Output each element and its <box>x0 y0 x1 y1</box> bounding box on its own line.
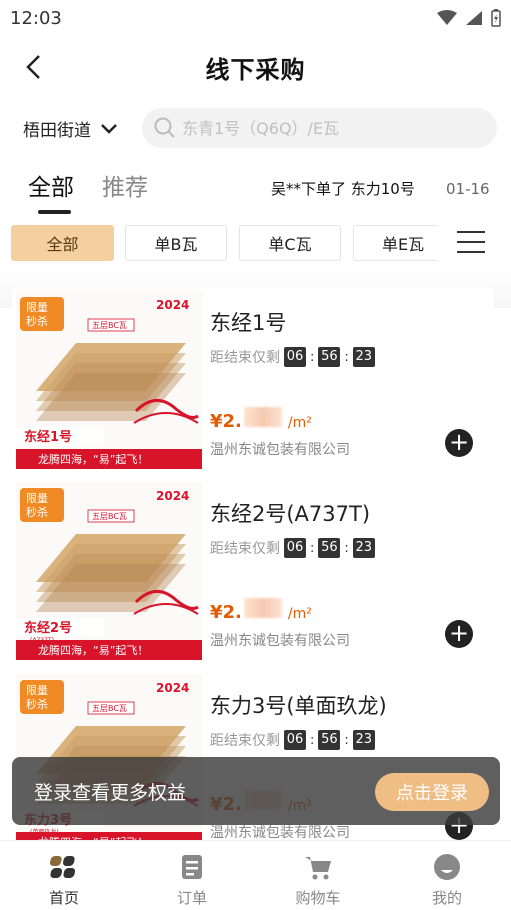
product-image: 限量 秒杀 2024 五层BC瓦 东经1号 龙腾四海，“易”起飞！ <box>16 291 202 469</box>
orders-icon <box>182 855 202 879</box>
countdown-hours: 06 <box>284 730 306 750</box>
tabbar-item-home[interactable]: 首页 <box>24 853 104 908</box>
filter-chips: 全部 单B瓦 单C瓦 单E瓦 <box>0 225 511 263</box>
product-price: ¥2. /m² <box>210 598 312 623</box>
login-button[interactable]: 点击登录 <box>375 773 489 811</box>
product-image: 限量 秒杀 2024 五层BC瓦 东经2号 (A737T) 龙腾四海，“易”起飞… <box>16 482 202 660</box>
countdown-minutes: 56 <box>318 730 341 750</box>
price-unit: /m² <box>287 606 312 622</box>
countdown: 距结束仅剩 06: 56: 23 <box>210 730 375 750</box>
product-name: 东经2号(A737T) <box>210 502 371 526</box>
product-card[interactable]: 限量 秒杀 2024 五层BC瓦 东经1号 龙腾四海，“易”起飞！ 东经1号 距… <box>12 287 494 473</box>
countdown-seconds: 23 <box>352 347 375 367</box>
countdown-minutes: 56 <box>318 347 341 367</box>
tabbar-item-orders[interactable]: 订单 <box>152 853 232 908</box>
tabbar-label-home: 首页 <box>48 889 79 907</box>
location-selector[interactable]: 梧田街道 <box>23 116 117 141</box>
chevron-left-icon <box>26 55 40 79</box>
svg-text:限量: 限量 <box>26 301 48 314</box>
profile-icon <box>434 854 460 880</box>
tab-active-indicator <box>38 210 71 214</box>
countdown-hours: 06 <box>284 347 306 367</box>
tabbar-item-cart[interactable]: 购物车 <box>278 853 358 908</box>
countdown-label: 距结束仅剩 <box>210 350 280 366</box>
countdown-hours: 06 <box>284 538 306 558</box>
page-title: 线下采购 <box>205 55 306 84</box>
bottom-tab-bar: 首页 订单 购物车 我的 <box>0 840 511 910</box>
tabbar-label-mine: 我的 <box>431 889 462 907</box>
search-box[interactable] <box>142 108 497 148</box>
page-header: 线下采购 <box>0 44 511 90</box>
tabbar-label-cart: 购物车 <box>295 889 341 907</box>
supplier-name: 温州东诚包装有限公司 <box>210 825 350 841</box>
svg-text:限量: 限量 <box>26 684 48 697</box>
svg-text:龙腾四海，“易”起飞！: 龙腾四海，“易”起飞！ <box>38 452 148 466</box>
filter-chip-c[interactable]: 单C瓦 <box>239 225 341 261</box>
order-ticker: 吴**下单了 东力10号 <box>271 180 415 198</box>
price-unit: /m² <box>287 415 312 431</box>
search-row: 梧田街道 <box>0 108 511 148</box>
svg-text:五层BC瓦: 五层BC瓦 <box>92 704 127 713</box>
price-prefix: ¥2. <box>210 411 242 432</box>
svg-text:2024: 2024 <box>156 489 189 503</box>
tab-recommend[interactable]: 推荐 <box>102 168 148 202</box>
cart-icon <box>305 857 331 880</box>
svg-text:秒杀: 秒杀 <box>26 505 48 519</box>
status-bar: 12:03 <box>0 0 511 36</box>
supplier-name: 温州东诚包装有限公司 <box>210 633 350 649</box>
chevron-down-icon <box>101 123 117 134</box>
login-prompt-bar: 登录查看更多权益 点击登录 <box>12 757 500 825</box>
product-price: ¥2. /m² <box>210 407 312 432</box>
svg-text:东经2号: 东经2号 <box>24 620 72 636</box>
filter-chip-b[interactable]: 单B瓦 <box>125 225 227 261</box>
tab-all[interactable]: 全部 <box>28 168 74 202</box>
countdown: 距结束仅剩 06: 56: 23 <box>210 538 375 558</box>
supplier-name: 温州东诚包装有限公司 <box>210 442 350 458</box>
menu-button[interactable] <box>457 231 485 255</box>
svg-text:五层BC瓦: 五层BC瓦 <box>92 512 127 521</box>
countdown-seconds: 23 <box>352 730 375 750</box>
battery-icon <box>491 9 501 27</box>
back-button[interactable] <box>18 52 48 82</box>
filter-chip-e[interactable]: 单E瓦 <box>353 225 439 261</box>
countdown-minutes: 56 <box>318 538 341 558</box>
svg-text:龙腾四海，“易”起飞！: 龙腾四海，“易”起飞！ <box>38 643 148 657</box>
home-icon <box>50 856 76 878</box>
add-to-cart-button[interactable]: + <box>445 429 473 457</box>
search-input[interactable] <box>182 118 482 138</box>
tabbar-item-mine[interactable]: 我的 <box>407 853 487 908</box>
svg-text:2024: 2024 <box>156 298 189 312</box>
tab-bar: 全部 推荐 <box>0 168 511 218</box>
countdown-label: 距结束仅剩 <box>210 733 280 749</box>
svg-text:2024: 2024 <box>156 681 189 695</box>
signal-icon <box>466 11 482 25</box>
search-icon <box>154 117 175 138</box>
svg-text:东经1号: 东经1号 <box>24 429 72 445</box>
countdown-seconds: 23 <box>352 538 375 558</box>
price-prefix: ¥2. <box>210 602 242 623</box>
svg-text:秒杀: 秒杀 <box>26 314 48 328</box>
status-time: 12:03 <box>10 7 62 29</box>
price-hidden <box>243 598 282 618</box>
product-name: 东力3号(单面玖龙) <box>210 694 387 718</box>
svg-text:限量: 限量 <box>26 492 48 505</box>
product-name: 东经1号 <box>210 311 287 335</box>
svg-text:秒杀: 秒杀 <box>26 697 48 711</box>
menu-icon <box>457 231 485 233</box>
filter-chip-all[interactable]: 全部 <box>11 225 114 261</box>
product-card[interactable]: 限量 秒杀 2024 五层BC瓦 东经2号 (A737T) 龙腾四海，“易”起飞… <box>12 478 494 664</box>
location-label: 梧田街道 <box>23 121 91 141</box>
countdown: 距结束仅剩 06: 56: 23 <box>210 347 375 367</box>
tabbar-label-orders: 订单 <box>176 889 207 907</box>
price-hidden <box>243 407 282 427</box>
countdown-label: 距结束仅剩 <box>210 541 280 557</box>
order-ticker-date: 01-16 <box>446 180 490 198</box>
add-to-cart-button[interactable]: + <box>445 620 473 648</box>
wifi-icon <box>437 10 457 25</box>
svg-text:五层BC瓦: 五层BC瓦 <box>92 321 127 330</box>
